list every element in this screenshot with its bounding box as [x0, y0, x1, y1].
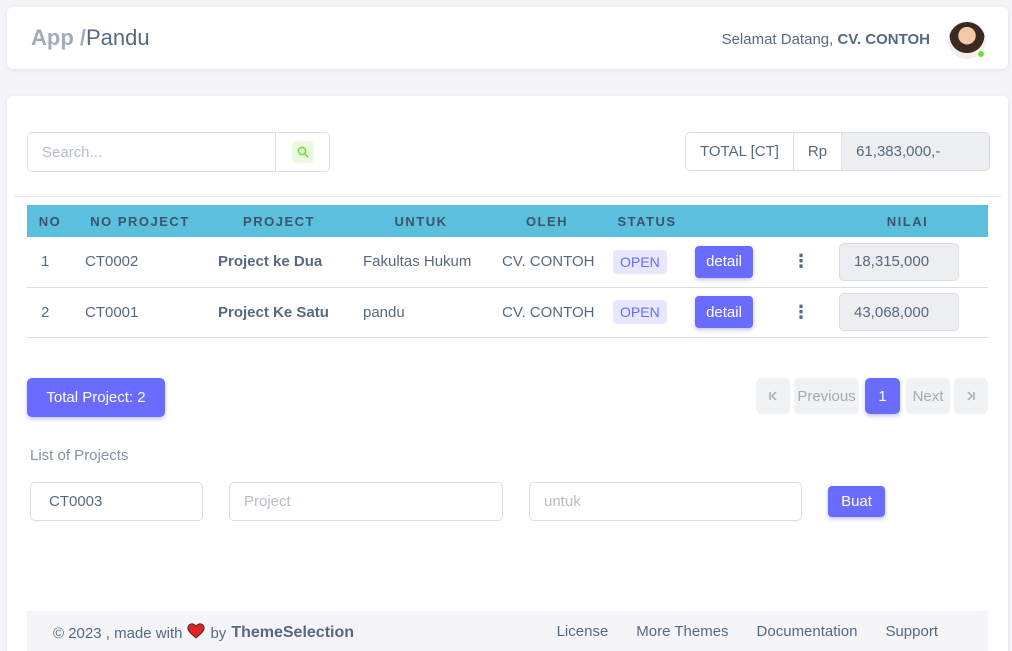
form-title: List of Projects: [30, 447, 129, 464]
column-header-project: PROJECT: [207, 205, 351, 237]
more-vertical-icon[interactable]: ⋮: [792, 302, 810, 322]
cell-nilai: 18,315,000: [827, 237, 988, 288]
cell-oleh: CV. CONTOH: [491, 237, 603, 288]
last-page-icon[interactable]: [954, 378, 988, 414]
cell-no: 2: [27, 287, 73, 338]
table-row: 2 CT0001 Project Ke Satu pandu CV. CONTO…: [27, 287, 988, 338]
column-header-nilai: NILAI: [827, 205, 988, 237]
column-header-menu: [775, 205, 827, 237]
footer-link-license[interactable]: License: [557, 623, 609, 640]
pagination: Previous 1 Next: [756, 378, 988, 414]
cell-no: 1: [27, 237, 73, 288]
divider: [14, 196, 1001, 197]
footer-brand-link[interactable]: ThemeSelection: [231, 624, 354, 642]
status-badge: OPEN: [613, 300, 667, 324]
column-header-untuk: UNTUK: [351, 205, 491, 237]
cell-project: Project Ke Satu: [207, 287, 351, 338]
previous-page-button[interactable]: Previous: [794, 378, 859, 414]
user-avatar[interactable]: [948, 21, 986, 59]
column-header-status: STATUS: [603, 205, 691, 237]
no-project-input[interactable]: [30, 482, 203, 521]
footer: © 2023 , made with by ThemeSelection Lic…: [27, 611, 988, 651]
breadcrumb-root[interactable]: App /: [31, 25, 86, 50]
cell-status: OPEN: [603, 237, 691, 288]
detail-button[interactable]: detail: [695, 296, 753, 328]
cell-untuk: pandu: [351, 287, 491, 338]
projects-table: NO NO PROJECT PROJECT UNTUK OLEH STATUS …: [27, 205, 988, 338]
footer-links: License More Themes Documentation Suppor…: [557, 623, 938, 640]
welcome-user: CV. CONTOH: [837, 31, 930, 48]
breadcrumb-current: Pandu: [86, 25, 150, 50]
total-project-button[interactable]: Total Project: 2: [27, 378, 165, 417]
nilai-field: 18,315,000: [839, 242, 959, 281]
page-number-button[interactable]: 1: [865, 378, 900, 414]
footer-by: by: [210, 624, 227, 642]
status-badge: OPEN: [613, 249, 667, 274]
online-status-icon: [976, 49, 986, 59]
total-value-field: 61,383,000,-: [842, 132, 991, 171]
nilai-field: 43,068,000: [839, 293, 959, 331]
cell-no-project: CT0001: [73, 287, 207, 338]
heart-icon: [187, 623, 206, 643]
column-header-no: NO: [27, 205, 73, 237]
untuk-input[interactable]: [529, 482, 802, 521]
total-summary-group: TOTAL [CT] Rp 61,383,000,-: [685, 132, 991, 171]
cell-status: OPEN: [603, 287, 691, 338]
search-input[interactable]: [28, 133, 276, 171]
cell-action: detail: [691, 237, 775, 288]
column-header-oleh: OLEH: [491, 205, 603, 237]
total-label: TOTAL [CT]: [685, 132, 794, 171]
cell-menu: ⋮: [775, 237, 827, 288]
footer-copyright: © 2023 , made with: [53, 624, 183, 642]
main-card: TOTAL [CT] Rp 61,383,000,- NO NO PROJECT…: [7, 96, 1008, 651]
cell-menu: ⋮: [775, 287, 827, 338]
first-page-icon[interactable]: [756, 378, 790, 414]
detail-button[interactable]: detail: [695, 245, 753, 278]
search-icon: [291, 141, 314, 163]
search-button[interactable]: [275, 133, 329, 171]
next-page-button[interactable]: Next: [906, 378, 950, 414]
search-group: [27, 132, 330, 172]
welcome-message: Selamat Datang, CV. CONTOH: [722, 31, 930, 48]
project-input[interactable]: [229, 482, 503, 521]
column-header-action: [691, 205, 775, 237]
table-row: 1 CT0002 Project ke Dua Fakultas Hukum C…: [27, 237, 988, 288]
welcome-text: Selamat Datang,: [721, 31, 834, 48]
footer-link-support[interactable]: Support: [885, 623, 938, 640]
cell-action: detail: [691, 287, 775, 338]
currency-label: Rp: [793, 132, 843, 171]
footer-link-documentation[interactable]: Documentation: [757, 623, 858, 640]
cell-nilai: 43,068,000: [827, 287, 988, 338]
buat-button[interactable]: Buat: [828, 486, 885, 517]
cell-no-project: CT0002: [73, 237, 207, 288]
more-vertical-icon[interactable]: ⋮: [792, 251, 810, 271]
top-navbar: App /Pandu Selamat Datang, CV. CONTOH: [7, 7, 1008, 69]
cell-untuk: Fakultas Hukum: [351, 237, 491, 288]
footer-credit: © 2023 , made with by ThemeSelection: [53, 623, 354, 643]
cell-project: Project ke Dua: [207, 237, 351, 288]
cell-oleh: CV. CONTOH: [491, 287, 603, 338]
breadcrumb: App /Pandu: [31, 25, 150, 51]
column-header-no-project: NO PROJECT: [73, 205, 207, 237]
footer-link-more-themes[interactable]: More Themes: [636, 623, 728, 640]
table-header-row: NO NO PROJECT PROJECT UNTUK OLEH STATUS …: [27, 205, 988, 237]
